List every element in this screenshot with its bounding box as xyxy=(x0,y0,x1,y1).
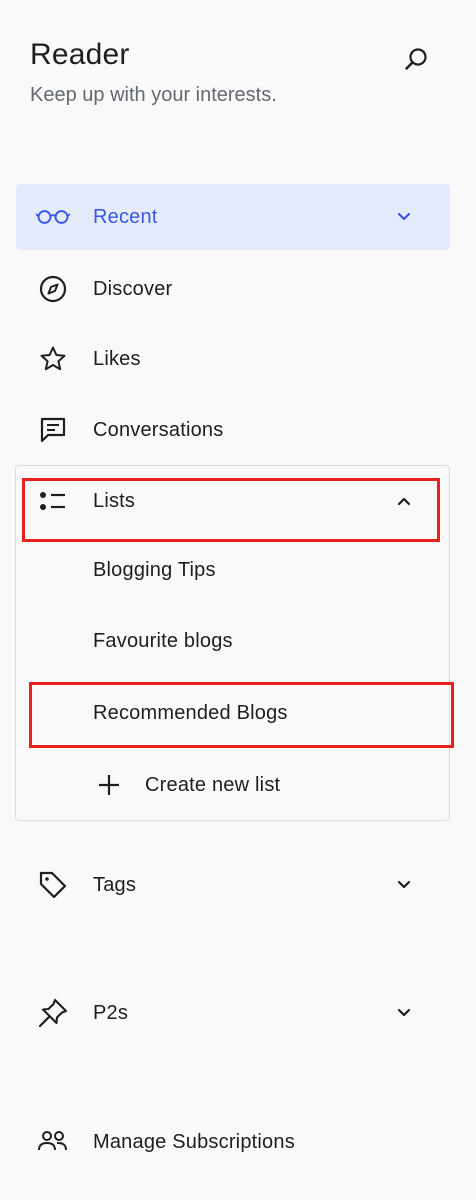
pin-icon xyxy=(36,996,70,1030)
nav-item-lists[interactable]: Lists xyxy=(16,468,450,534)
nav-item-discover[interactable]: Discover xyxy=(16,256,450,322)
chevron-down-icon[interactable] xyxy=(392,873,416,897)
create-new-list-label: Create new list xyxy=(145,773,281,796)
nav-label-tags: Tags xyxy=(93,873,137,896)
people-icon xyxy=(36,1125,70,1159)
page-title: Reader xyxy=(30,38,130,71)
plus-icon xyxy=(96,772,122,798)
nav-item-recent[interactable]: Recent xyxy=(16,184,450,250)
list-item-favourite-blogs[interactable]: Favourite blogs xyxy=(16,611,450,671)
chevron-down-icon[interactable] xyxy=(392,205,416,229)
glasses-icon xyxy=(36,200,70,234)
list-item-label: Blogging Tips xyxy=(93,558,216,581)
nav-item-conversations[interactable]: Conversations xyxy=(16,397,450,463)
compass-icon xyxy=(36,272,70,306)
chevron-down-icon[interactable] xyxy=(392,1001,416,1025)
nav-label-conversations: Conversations xyxy=(93,418,224,441)
nav-label-manage-subscriptions: Manage Subscriptions xyxy=(93,1130,295,1153)
search-icon xyxy=(405,48,427,70)
list-item-label: Recommended Blogs xyxy=(93,701,288,724)
nav-label-p2s: P2s xyxy=(93,1001,129,1024)
nav-item-likes[interactable]: Likes xyxy=(16,326,450,392)
page-subtitle: Keep up with your interests. xyxy=(30,84,277,106)
tag-icon xyxy=(36,868,70,902)
list-item-label: Favourite blogs xyxy=(93,629,233,652)
list-item-recommended-blogs[interactable]: Recommended Blogs xyxy=(16,683,450,743)
nav-label-likes: Likes xyxy=(93,347,141,370)
nav-item-p2s[interactable]: P2s xyxy=(16,980,450,1046)
list-item-blogging-tips[interactable]: Blogging Tips xyxy=(16,540,450,600)
nav-item-tags[interactable]: Tags xyxy=(16,852,450,918)
reader-sidebar: Reader Keep up with your interests. Rece… xyxy=(0,0,476,1200)
create-new-list-button[interactable]: Create new list xyxy=(16,755,450,815)
nav-label-recent: Recent xyxy=(93,205,158,228)
nav-label-lists: Lists xyxy=(93,489,136,512)
nav-label-discover: Discover xyxy=(93,277,173,300)
list-icon xyxy=(36,484,70,518)
nav-item-manage-subscriptions[interactable]: Manage Subscriptions xyxy=(16,1109,450,1175)
search-button[interactable] xyxy=(398,42,434,78)
comment-icon xyxy=(36,413,70,447)
chevron-up-icon[interactable] xyxy=(392,489,416,513)
star-icon xyxy=(36,342,70,376)
